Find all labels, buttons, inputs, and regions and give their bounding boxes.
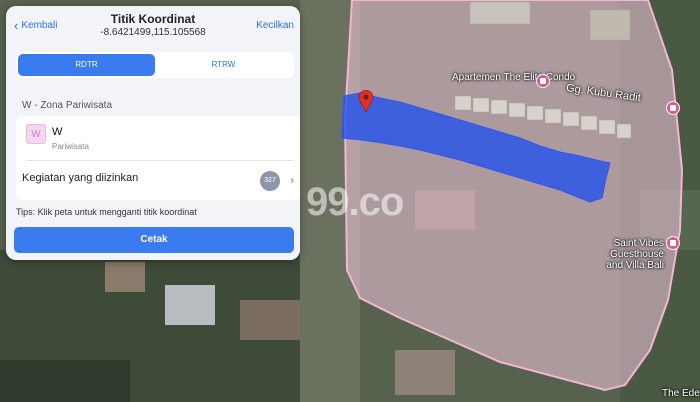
zone-name: Pariwisata xyxy=(52,142,89,151)
tab-rtrw[interactable]: RTRW xyxy=(155,54,292,76)
activities-count-badge: 327 xyxy=(260,171,280,191)
building-roof xyxy=(240,300,300,340)
building-roof xyxy=(165,285,215,325)
apartment-poi-icon[interactable] xyxy=(536,74,550,88)
villa-poi-icon[interactable] xyxy=(666,236,680,250)
coordinate-panel: ‹ Kembali Titik Koordinat -8.6421499,115… xyxy=(6,6,300,260)
print-button[interactable]: Cetak xyxy=(14,227,294,253)
zone-card: W W Pariwisata Kegiatan yang diizinkan 3… xyxy=(16,116,300,200)
plan-tabs: RDTR RTRW xyxy=(16,52,294,78)
place-poi-icon[interactable] xyxy=(666,101,680,115)
map-label-corner: The Ede xyxy=(662,388,700,399)
map-label-villa: Saint Vibes Guesthouse and Villa Bali xyxy=(606,238,664,271)
panel-header: ‹ Kembali Titik Koordinat -8.6421499,115… xyxy=(6,6,300,50)
chevron-right-icon: › xyxy=(290,173,294,187)
allowed-activities-row[interactable]: Kegiatan yang diizinkan 327 › xyxy=(16,160,300,200)
zone-section-label: W - Zona Pariwisata xyxy=(22,100,113,111)
building-roof xyxy=(105,262,145,292)
building-roof xyxy=(395,350,455,395)
map-label-apartment: Apartemen The Elite Condo xyxy=(452,72,576,83)
activities-label: Kegiatan yang diizinkan xyxy=(22,172,139,184)
collapse-button[interactable]: Kecilkan xyxy=(256,20,294,31)
tips-text: Tips: Klik peta untuk mengganti titik ko… xyxy=(16,207,197,217)
zone-code: W xyxy=(52,126,63,138)
zone-color-icon: W xyxy=(26,124,46,144)
tab-rdtr[interactable]: RDTR xyxy=(18,54,155,76)
